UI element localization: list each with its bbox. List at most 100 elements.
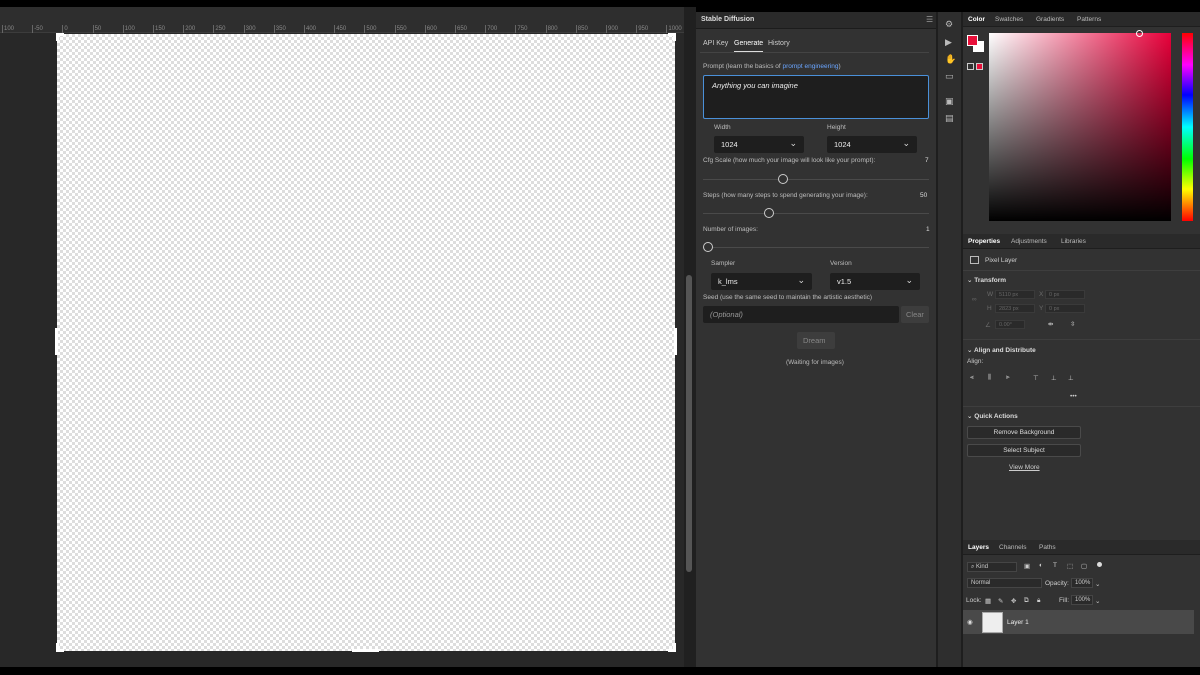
- ruler-tick-label: 400: [306, 26, 317, 32]
- scrollbar-thumb[interactable]: [686, 275, 692, 572]
- comment-icon[interactable]: ▭: [945, 71, 954, 82]
- lock-image-icon[interactable]: ✎: [998, 597, 1003, 605]
- align-center-icon[interactable]: ⫼: [988, 374, 991, 382]
- height-field[interactable]: 2823 px: [995, 304, 1035, 313]
- num-images-slider[interactable]: [703, 242, 713, 252]
- opacity-field[interactable]: 100%: [1071, 578, 1093, 588]
- document-icon[interactable]: ▤: [945, 113, 954, 124]
- lock-transparent-icon[interactable]: ▦: [985, 597, 991, 605]
- x-field[interactable]: 0 px: [1045, 290, 1085, 299]
- align-section[interactable]: ⌄ Align and Distribute: [967, 346, 1036, 354]
- filter-type-icon[interactable]: T: [1053, 562, 1057, 569]
- layer-thumbnail[interactable]: [982, 612, 1003, 633]
- width-field[interactable]: 5110 px: [995, 290, 1035, 299]
- tab-api-key[interactable]: API Key: [703, 40, 728, 47]
- steps-track[interactable]: [703, 213, 929, 214]
- layer-name[interactable]: Layer 1: [1007, 619, 1029, 626]
- tab-history[interactable]: History: [768, 40, 790, 47]
- play-icon[interactable]: ▶: [945, 37, 952, 48]
- y-field[interactable]: 0 px: [1045, 304, 1085, 313]
- gamut-swatch[interactable]: [976, 63, 983, 70]
- image-icon[interactable]: ▣: [945, 96, 954, 107]
- filter-adjustment-icon[interactable]: ◐: [1039, 562, 1043, 569]
- hand-icon[interactable]: ✋: [945, 54, 956, 65]
- flip-vertical-icon[interactable]: ⇳: [1070, 320, 1075, 328]
- prompt-input[interactable]: Anything you can imagine: [703, 75, 929, 119]
- tab-properties[interactable]: Properties: [968, 238, 1000, 245]
- more-options[interactable]: •••: [1070, 393, 1077, 400]
- flip-horizontal-icon[interactable]: ⇹: [1048, 320, 1053, 328]
- steps-slider[interactable]: [764, 208, 774, 218]
- transform-handle[interactable]: [674, 328, 677, 355]
- tab-swatches[interactable]: Swatches: [995, 16, 1023, 23]
- filter-shape-icon[interactable]: ⬚: [1067, 562, 1073, 570]
- lock-icon[interactable]: 🔒︎: [1037, 597, 1040, 605]
- link-icon[interactable]: ∞: [972, 296, 977, 303]
- transform-handle[interactable]: [673, 33, 676, 41]
- blend-mode-select[interactable]: Normal: [967, 578, 1042, 588]
- view-more-link[interactable]: View More: [1009, 464, 1040, 471]
- color-field[interactable]: [989, 33, 1171, 221]
- plugin-icon[interactable]: ⚙: [945, 19, 953, 30]
- align-right-icon[interactable]: ⫸: [1006, 374, 1010, 382]
- align-left-icon[interactable]: ⫷: [970, 374, 974, 382]
- remove-background-button[interactable]: Remove Background: [967, 426, 1081, 439]
- transform-handle[interactable]: [56, 33, 59, 41]
- ruler-tick-label: 100: [4, 26, 15, 32]
- chevron-down-icon: ⌄: [905, 275, 913, 285]
- tab-patterns[interactable]: Patterns: [1077, 16, 1101, 23]
- tab-color[interactable]: Color: [968, 16, 985, 23]
- filter-smart-object-icon[interactable]: ▢: [1081, 562, 1087, 570]
- filter-toggle-icon[interactable]: [1097, 562, 1102, 567]
- tab-channels[interactable]: Channels: [999, 544, 1026, 551]
- transform-section[interactable]: ⌄ Transform: [967, 276, 1006, 284]
- tab-gradients[interactable]: Gradients: [1036, 16, 1064, 23]
- ruler-tick-label: 500: [366, 26, 377, 32]
- lock-artboard-icon[interactable]: ⧉: [1024, 597, 1029, 605]
- num-images-track[interactable]: [703, 247, 929, 248]
- tab-libraries[interactable]: Libraries: [1061, 238, 1086, 245]
- cfg-scale-slider[interactable]: [778, 174, 788, 184]
- version-select[interactable]: v1.5 ⌄: [830, 273, 920, 290]
- hue-slider[interactable]: [1182, 33, 1193, 221]
- warning-icon[interactable]: [967, 63, 974, 70]
- lock-position-icon[interactable]: ✥: [1011, 597, 1016, 605]
- tab-layers[interactable]: Layers: [968, 544, 989, 551]
- ruler-tick-label: 200: [185, 26, 196, 32]
- angle-field[interactable]: 0.00°: [995, 320, 1025, 329]
- color-picker-cursor[interactable]: [1136, 30, 1143, 37]
- transform-handle[interactable]: [56, 643, 59, 651]
- prompt-engineering-link[interactable]: prompt engineering: [782, 63, 838, 70]
- ruler-tick: [485, 25, 487, 33]
- ruler-tick-label: 350: [275, 26, 286, 32]
- ruler-tick-label: 850: [577, 26, 588, 32]
- tab-adjustments[interactable]: Adjustments: [1011, 238, 1047, 245]
- height-select[interactable]: 1024 ⌄: [827, 136, 917, 153]
- tab-divider: [700, 52, 929, 53]
- tab-paths[interactable]: Paths: [1039, 544, 1056, 551]
- transform-handle[interactable]: [673, 643, 676, 651]
- width-select[interactable]: 1024 ⌄: [714, 136, 804, 153]
- foreground-swatch[interactable]: [967, 35, 978, 46]
- transform-handle[interactable]: [55, 328, 58, 355]
- kind-filter-select[interactable]: ⌕ Kind: [967, 562, 1017, 572]
- align-top-icon[interactable]: ⊤: [1033, 374, 1039, 382]
- quick-actions-section[interactable]: ⌄ Quick Actions: [967, 412, 1018, 420]
- eye-icon[interactable]: ◉: [967, 618, 973, 626]
- clear-button[interactable]: Clear: [901, 306, 929, 323]
- select-subject-button[interactable]: Select Subject: [967, 444, 1081, 457]
- tab-generate[interactable]: Generate: [734, 40, 764, 52]
- align-bottom-icon[interactable]: ⊥: [1068, 374, 1074, 382]
- chevron-down-icon[interactable]: ⌄: [1095, 597, 1100, 605]
- dream-button[interactable]: Dream: [797, 332, 835, 349]
- fill-field[interactable]: 100%: [1071, 595, 1093, 605]
- panel-menu-icon[interactable]: ☰: [926, 15, 933, 24]
- align-middle-icon[interactable]: ⊥: [1051, 374, 1057, 382]
- filter-pixel-icon[interactable]: ▣: [1024, 562, 1030, 570]
- transform-handle[interactable]: [352, 649, 379, 652]
- seed-input[interactable]: (Optional): [703, 306, 899, 323]
- sampler-select[interactable]: k_lms ⌄: [711, 273, 812, 290]
- chevron-down-icon[interactable]: ⌄: [1095, 580, 1100, 588]
- cfg-scale-track[interactable]: [703, 179, 929, 180]
- document-canvas[interactable]: [57, 34, 675, 651]
